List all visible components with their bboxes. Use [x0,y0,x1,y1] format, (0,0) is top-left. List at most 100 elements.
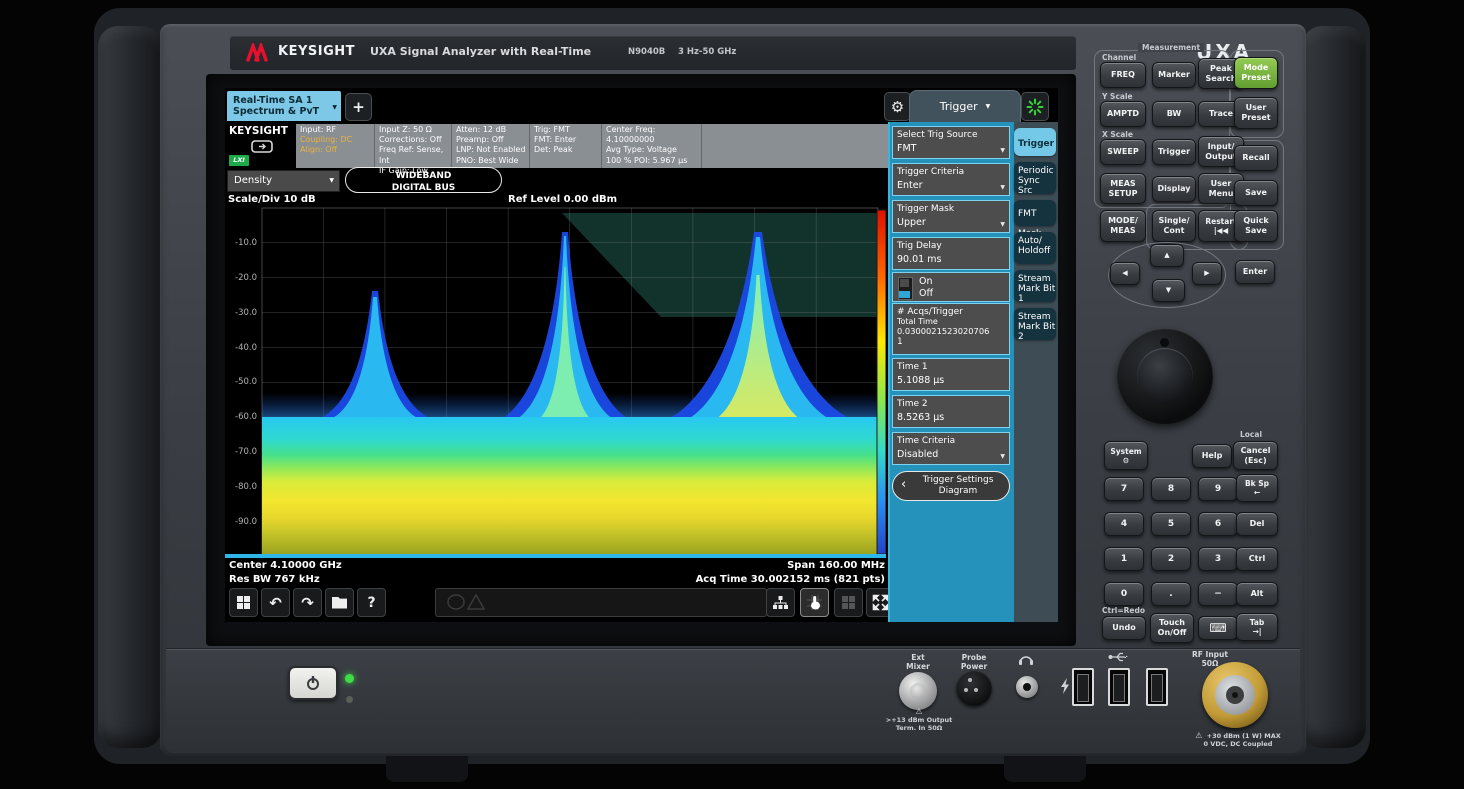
power-button[interactable] [288,666,338,700]
key-mode-meas[interactable]: MODE/ MEAS [1100,210,1146,242]
usb-port-3[interactable] [1146,668,1168,706]
trigger-settings-diagram-button[interactable]: ‹ Trigger Settings Diagram [892,471,1010,501]
menu-title-dropdown[interactable]: Trigger ▼ [909,90,1021,122]
headphone-jack[interactable] [1016,676,1038,698]
key-quick-save[interactable]: Quick Save [1234,210,1278,242]
key-cancel-esc[interactable]: Cancel (Esc) [1233,441,1278,470]
menu-tab-stream-mark-bit-1[interactable]: Stream Mark Bit 1 [1014,270,1056,302]
trigger-criteria-control[interactable]: Trigger Criteria Enter ▼ [892,163,1010,196]
key-ctrl[interactable]: Ctrl [1236,547,1278,571]
wideband-digital-bus-button[interactable]: WIDEBAND DIGITAL BUS [345,167,502,193]
density-label: Density [234,175,272,186]
probe-power-connector[interactable] [956,670,992,706]
window-layout-button[interactable] [766,588,795,617]
trace-type-dropdown[interactable]: Density ▼ [227,170,340,192]
key-arrow-right[interactable]: ▶ [1192,262,1222,285]
key-user-preset[interactable]: User Preset [1234,97,1278,129]
key-2[interactable]: 2 [1151,547,1191,571]
chevron-down-icon: ▼ [986,103,991,110]
y-tick: -50.0 [231,377,257,387]
busy-indicator-button[interactable] [1021,92,1049,121]
key-system[interactable]: System ⚙ [1104,441,1148,470]
measurement-tab[interactable]: Real-Time SA 1 Spectrum & PvT ▼ [227,91,341,121]
trig-delay-control[interactable]: Trig Delay 90.01 ms [892,237,1010,270]
ext-mixer-connector[interactable] [899,672,937,710]
menu-tab-stream-mark-bit-2[interactable]: Stream Mark Bit 2 [1014,308,1056,340]
key-minus[interactable]: − [1198,582,1238,606]
key-undo[interactable]: Undo [1102,616,1146,640]
key-onscreen-keyboard[interactable]: ⌨ [1198,616,1238,640]
key-marker[interactable]: Marker [1152,62,1196,88]
meas-col-atten[interactable]: Atten: 12 dB Preamp: Off LNP: Not Enable… [452,124,530,168]
key-save[interactable]: Save [1234,180,1278,206]
meas-preamp: Preamp: Off [456,135,529,145]
key-5[interactable]: 5 [1151,512,1191,536]
menu-tab-trigger[interactable]: Trigger [1014,128,1056,156]
meas-col-input[interactable]: Input: RF Coupling: DC Align: Off [296,124,375,168]
undo-button[interactable]: ↶ [261,588,290,617]
probe-power-label: Probe Power [952,653,996,671]
meas-col-trigger[interactable]: Trig: FMT FMT: Enter Det: Peak [530,124,602,168]
file-explorer-button[interactable] [325,588,354,617]
rotary-knob[interactable] [1117,328,1213,424]
key-backspace[interactable]: Bk Sp ← [1236,474,1278,502]
windows-start-button[interactable] [229,588,258,617]
toggle-upper-slot [900,279,909,287]
time-1-control[interactable]: Time 1 5.1088 µs [892,358,1010,391]
menu-tab-periodic-sync-src[interactable]: Periodic Sync Src [1014,162,1056,194]
key-9[interactable]: 9 [1198,477,1238,501]
key-arrow-down[interactable]: ▼ [1152,279,1185,302]
usb-port-2[interactable] [1108,668,1130,706]
key-arrow-up[interactable]: ▲ [1150,244,1184,267]
key-display[interactable]: Display [1152,176,1196,202]
key-trigger[interactable]: Trigger [1152,139,1196,165]
key-sweep[interactable]: SWEEP [1100,139,1146,165]
help-button[interactable]: ? [357,588,386,617]
key-mode-preset[interactable]: Mode Preset [1234,57,1278,89]
key-freq[interactable]: FREQ [1100,62,1146,88]
key-amptd[interactable]: AMPTD [1100,101,1146,127]
key-bw[interactable]: BW [1152,101,1196,127]
spectrum-plot[interactable] [225,205,886,558]
key-8[interactable]: 8 [1151,477,1191,501]
key-help[interactable]: Help [1192,444,1232,468]
quad-view-button[interactable] [834,588,863,617]
meas-col-freq[interactable]: Center Freq: 4.10000000 Avg Type: Voltag… [602,124,702,168]
key-decimal-point[interactable]: . [1151,582,1191,606]
key-1[interactable]: 1 [1104,547,1144,571]
time-criteria-control[interactable]: Time Criteria Disabled ▼ [892,432,1010,465]
acqs-per-trigger-control[interactable]: # Acqs/Trigger Total Time 0.030002152302… [892,303,1010,355]
key-alt[interactable]: Alt [1236,582,1278,606]
rf-input-connector[interactable] [1202,662,1268,728]
settings-gear-button[interactable]: ⚙ [884,92,911,121]
key-6[interactable]: 6 [1198,512,1238,536]
select-trig-source-control[interactable]: Select Trig Source FMT ▼ [892,126,1010,159]
key-arrow-left[interactable]: ◀ [1110,262,1140,285]
key-7[interactable]: 7 [1104,477,1144,501]
touch-mode-button[interactable] [800,588,829,617]
time-2-control[interactable]: Time 2 8.5263 µs [892,395,1010,428]
menu-tab-auto-holdoff[interactable]: Auto/ Holdoff [1014,232,1056,264]
scale-div-label: Scale/Div 10 dB [228,194,316,205]
key-enter[interactable]: Enter [1235,260,1275,284]
trigger-mask-control[interactable]: Trigger Mask Upper ▼ [892,200,1010,233]
key-4[interactable]: 4 [1104,512,1144,536]
redo-button[interactable]: ↷ [293,588,322,617]
usb-port-1[interactable] [1072,668,1094,706]
key-0[interactable]: 0 [1104,582,1144,606]
key-single-cont[interactable]: Single/ Cont [1152,210,1196,242]
key-3[interactable]: 3 [1198,547,1238,571]
key-del[interactable]: Del [1236,512,1278,536]
control-label: Trigger Mask [893,201,1009,214]
add-tab-button[interactable]: + [345,93,372,121]
key-tab[interactable]: Tab →| [1236,613,1278,641]
key-touch-on-off[interactable]: Touch On/Off [1150,613,1194,643]
menu-tab-fmt-mask[interactable]: FMT Mask [1014,200,1056,226]
toggle-handle[interactable] [899,291,910,298]
annotation-toolbar-tray[interactable] [435,588,767,617]
key-meas-setup[interactable]: MEAS SETUP [1100,173,1146,204]
key-recall[interactable]: Recall [1234,145,1278,171]
meas-col-impedance[interactable]: Input Z: 50 Ω Corrections: Off Freq Ref:… [375,124,452,168]
toggle-track[interactable] [898,277,913,300]
trig-delay-on-off-toggle[interactable]: On Off [892,272,1010,302]
